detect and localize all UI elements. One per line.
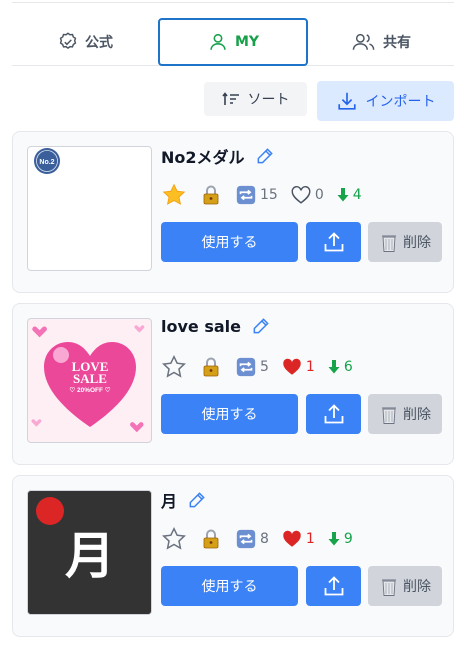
like-button[interactable]: 0 [290,184,324,206]
stamp-title: 月 [161,492,178,511]
lock-status [199,527,223,551]
repeat-count: 15 [235,184,278,206]
upload-icon [324,404,343,424]
tab-shared[interactable]: 共有 [308,18,454,65]
stamp-card: LOVE SALE ♡ 20%OFF ♡ love sale 5 1 6 使用す… [12,303,454,465]
delete-label: 削除 [403,579,431,595]
download-count-value: 9 [343,531,353,547]
lock-icon [203,529,219,549]
favorite-star[interactable] [161,354,187,380]
like-button[interactable]: 1 [281,356,315,378]
star-filled-icon [162,183,186,205]
lock-icon [203,357,219,377]
download-count: 9 [327,531,353,547]
like-count-value: 1 [305,531,315,547]
use-button[interactable]: 使用する [161,394,298,434]
repeat-count-value: 15 [260,187,278,203]
stamp-thumbnail[interactable]: 月 [27,490,152,615]
discount-text: ♡ 20%OFF ♡ [69,386,110,394]
edit-icon[interactable] [255,146,275,166]
favorite-star[interactable] [161,526,187,552]
repeat-icon [236,529,256,549]
tab-my[interactable]: MY [158,18,308,66]
download-count-value: 6 [343,359,353,375]
sort-button[interactable]: ソート [204,82,307,116]
heart-filled-icon [283,358,301,375]
repeat-count-value: 8 [260,531,269,547]
delete-label: 削除 [403,407,431,423]
upload-icon [324,232,343,252]
users-icon [352,33,375,50]
download-count-value: 4 [352,187,362,203]
star-outline-icon [162,526,186,550]
favorite-star[interactable] [161,182,187,208]
moon-kanji-image: 月 [28,491,151,614]
stamp-thumbnail[interactable]: No.2 [27,146,152,271]
stamp-title: love sale [161,316,241,336]
edit-icon[interactable] [251,316,271,336]
delete-label: 削除 [403,235,431,251]
love-sale-image: LOVE SALE ♡ 20%OFF ♡ [31,325,145,433]
download-count: 6 [327,359,353,375]
repeat-icon [236,185,256,205]
tab-official[interactable]: 公式 [12,18,158,65]
import-button[interactable]: インポート [317,81,454,121]
sort-icon [221,92,239,105]
arrow-down-icon [337,188,349,202]
import-label: インポート [365,94,436,110]
user-icon [210,33,226,50]
upload-icon [324,576,343,596]
delete-button[interactable]: 削除 [368,394,442,434]
repeat-icon [236,357,256,377]
stamp-card: No.2 No2メダル 15 0 4 使用する 削除 [12,131,454,293]
stamp-title: No2メダル [161,148,245,167]
repeat-count: 8 [235,528,269,550]
like-count-value: 0 [314,187,324,203]
repeat-count-value: 5 [260,359,269,375]
share-button[interactable] [306,566,361,606]
moon-kanji-text: 月 [65,526,115,585]
download-count: 4 [336,187,362,203]
download-icon [337,92,356,110]
lock-icon [203,185,219,205]
medal-image: No.2 [34,148,60,174]
top-divider [12,2,454,3]
sale-text: SALE [73,371,107,386]
lock-status [199,355,223,379]
repeat-count: 5 [235,356,269,378]
check-circle-icon [59,31,77,49]
use-button[interactable]: 使用する [161,222,298,262]
sort-label: ソート [247,92,290,108]
delete-button[interactable]: 削除 [368,566,442,606]
trash-icon [382,407,396,424]
star-outline-icon [162,354,186,378]
tab-official-label: 公式 [85,34,113,51]
trash-icon [382,235,396,252]
trash-icon [382,579,396,596]
medal-label: No.2 [39,159,54,166]
like-button[interactable]: 1 [281,528,315,550]
heart-filled-icon [283,530,301,547]
lock-status [199,183,223,207]
tab-shared-label: 共有 [383,34,411,51]
stamp-thumbnail[interactable]: LOVE SALE ♡ 20%OFF ♡ [27,318,152,443]
tab-bar: 公式 MY 共有 [12,18,454,66]
arrow-down-icon [328,360,340,374]
heart-outline-icon [291,186,311,204]
delete-button[interactable]: 削除 [368,222,442,262]
stamp-card: 月 月 8 1 9 使用する 削除 [12,475,454,637]
arrow-down-icon [328,532,340,546]
edit-icon[interactable] [187,490,207,510]
tab-my-label: MY [234,34,260,50]
use-button[interactable]: 使用する [161,566,298,606]
like-count-value: 1 [305,359,315,375]
share-button[interactable] [306,222,361,262]
share-button[interactable] [306,394,361,434]
